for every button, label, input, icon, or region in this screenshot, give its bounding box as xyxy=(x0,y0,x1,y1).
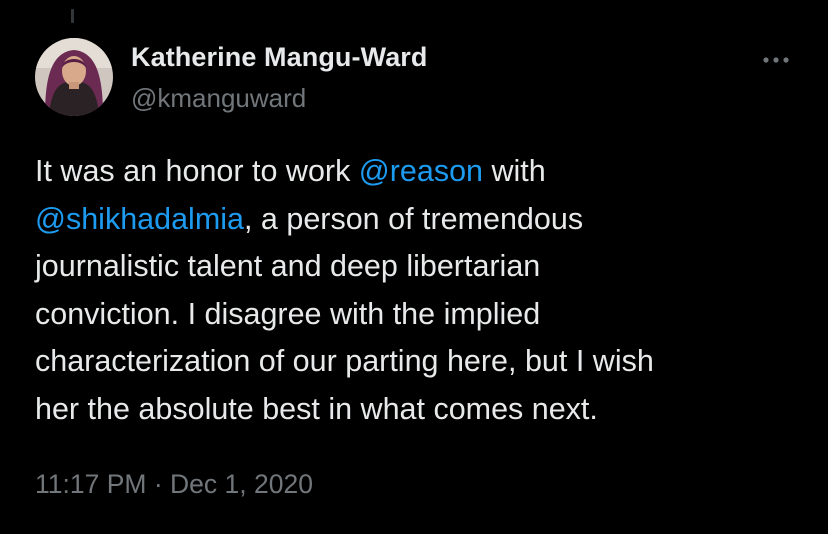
author-name[interactable]: Katherine Mangu-Ward xyxy=(131,42,428,73)
tweet-date[interactable]: Dec 1, 2020 xyxy=(170,469,313,499)
tweet-text-line: @shikhadalmia, a person of tremendous xyxy=(35,196,815,244)
mention-link[interactable]: @reason xyxy=(359,154,483,188)
tweet-text-segment: characterization of our parting here, bu… xyxy=(35,344,654,378)
more-options-button[interactable] xyxy=(756,48,796,72)
tweet-text-line: It was an honor to work @reason with xyxy=(35,148,815,196)
timestamp-separator: · xyxy=(146,469,171,499)
tweet-text-segment: conviction. I disagree with the implied xyxy=(35,296,541,331)
avatar[interactable] xyxy=(35,38,113,116)
tweet-text: It was an honor to work @reason with @shi… xyxy=(35,148,815,433)
mention-link[interactable]: @shikhadalmia xyxy=(35,202,244,236)
tweet-text-segment: her the absolute best in what comes next… xyxy=(35,391,598,426)
tweet-text-segment: journalistic talent and deep libertarian xyxy=(35,249,541,283)
tweet-text-segment: with xyxy=(483,154,546,188)
tweet-timestamp[interactable]: 11:17 PM · Dec 1, 2020 xyxy=(35,469,313,500)
tweet-time[interactable]: 11:17 PM xyxy=(35,469,146,499)
tweet-text-line: her the absolute best in what comes next… xyxy=(35,386,815,434)
profile-photo-icon xyxy=(35,38,113,116)
tweet-text-segment: , a person of tremendous xyxy=(243,201,584,236)
tweet-text-segment: It was an honor to work xyxy=(35,154,359,188)
tweet-text-line: characterization of our parting here, bu… xyxy=(35,338,815,386)
tweet-text-line: journalistic talent and deep libertarian xyxy=(35,243,815,291)
tweet-text-line: conviction. I disagree with the implied xyxy=(35,291,815,339)
thread-connector-line xyxy=(71,9,74,23)
more-horizontal-icon xyxy=(763,57,789,63)
author-handle[interactable]: @kmanguward xyxy=(131,83,306,114)
